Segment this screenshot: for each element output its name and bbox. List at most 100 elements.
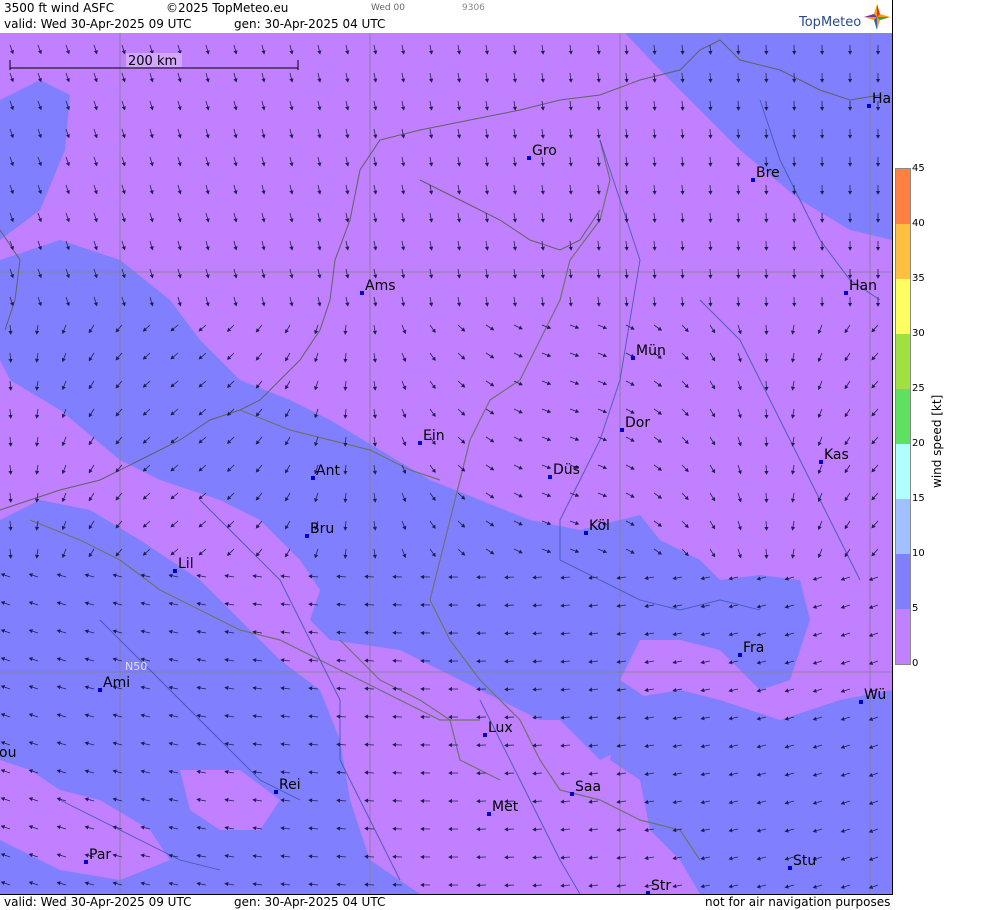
city-label: Met bbox=[492, 799, 519, 815]
legend-color-segment bbox=[896, 554, 910, 609]
legend-color-segment bbox=[896, 334, 910, 389]
legend-color-segment bbox=[896, 499, 910, 554]
city-marker bbox=[418, 441, 422, 445]
city-marker bbox=[305, 534, 309, 538]
panel-divider bbox=[892, 0, 893, 909]
legend-tick-label: 5 bbox=[912, 603, 918, 614]
city-marker bbox=[527, 156, 531, 160]
legend-color-segment bbox=[896, 609, 910, 664]
legend-tick-label: 0 bbox=[912, 658, 918, 669]
city-marker bbox=[844, 291, 848, 295]
city-marker bbox=[487, 812, 491, 816]
map-footer: valid: Wed 30-Apr-2025 09 UTC gen: 30-Ap… bbox=[0, 894, 893, 910]
city-marker bbox=[859, 700, 863, 704]
city-saa: Saa bbox=[570, 779, 601, 796]
city-lux: Lux bbox=[483, 720, 513, 737]
legend-tick-label: 30 bbox=[912, 328, 925, 339]
city-label: Mün bbox=[636, 343, 666, 359]
city-label: Stu bbox=[793, 853, 816, 869]
city-label: Ami bbox=[103, 675, 130, 691]
city-label: Ha bbox=[872, 91, 891, 107]
footer-valid-time: valid: Wed 30-Apr-2025 09 UTC bbox=[4, 895, 191, 909]
city-marker bbox=[483, 733, 487, 737]
latitude-label: N50 bbox=[125, 660, 147, 673]
city-marker bbox=[173, 569, 177, 573]
wind-map-canvas: 200 km N50 Ha Gro Bre Ams Han Mün Dor Ein Kas Ant… bbox=[0, 33, 892, 894]
city-label: Han bbox=[849, 278, 877, 294]
city-label: Lil bbox=[178, 556, 194, 572]
city-par: Par bbox=[84, 847, 111, 864]
city-kas: Kas bbox=[819, 447, 849, 464]
city-label: Bre bbox=[756, 165, 780, 181]
city-mün: Mün bbox=[631, 343, 666, 360]
product-title: 3500 ft wind ASFC bbox=[4, 1, 114, 15]
city-label: Rei bbox=[279, 777, 301, 793]
run-label: Wed 00 bbox=[371, 3, 405, 13]
city-bre: Bre bbox=[751, 165, 780, 182]
city-ams: Ams bbox=[360, 278, 396, 295]
city-marker bbox=[84, 860, 88, 864]
city-label: Lux bbox=[488, 720, 513, 736]
city-label: Bru bbox=[310, 521, 334, 537]
footer-generation-time: gen: 30-Apr-2025 04 UTC bbox=[234, 895, 385, 909]
city-marker bbox=[311, 476, 315, 480]
city-marker bbox=[788, 866, 792, 870]
city-marker bbox=[738, 653, 742, 657]
city-marker bbox=[274, 790, 278, 794]
city-marker bbox=[584, 531, 588, 535]
city-marker bbox=[819, 460, 823, 464]
city-label: Ein bbox=[423, 428, 445, 444]
city-gro: Gro bbox=[527, 143, 557, 160]
city-bru: Bru bbox=[305, 521, 334, 538]
navigation-disclaimer: not for air navigation purposes bbox=[705, 895, 890, 909]
city-ant: Ant bbox=[311, 463, 340, 480]
city-label: Köl bbox=[589, 518, 610, 534]
legend-color-segment bbox=[896, 444, 910, 499]
legend-tick-label: 10 bbox=[912, 548, 925, 559]
city-marker bbox=[548, 475, 552, 479]
city-label: Gro bbox=[532, 143, 557, 159]
city-marker bbox=[631, 356, 635, 360]
map-header: 3500 ft wind ASFC ©2025 TopMeteo.eu Wed … bbox=[0, 0, 893, 34]
city-label: Ams bbox=[365, 278, 396, 294]
city-marker bbox=[867, 104, 871, 108]
logo-text: TopMeteo bbox=[799, 15, 861, 30]
city-ami: Ami bbox=[98, 675, 130, 692]
scale-label: 200 km bbox=[128, 54, 177, 69]
city-wü: Wü bbox=[859, 687, 886, 704]
legend-tick-label: 35 bbox=[912, 273, 925, 284]
city-marker bbox=[751, 178, 755, 182]
legend-tick-label: 25 bbox=[912, 383, 925, 394]
city-marker bbox=[570, 792, 574, 796]
city-marker bbox=[360, 291, 364, 295]
wind-speed-legend bbox=[895, 168, 911, 665]
city-label: Ant bbox=[316, 463, 340, 479]
city-düs: Düs bbox=[548, 462, 580, 479]
legend-color-segment bbox=[896, 224, 910, 279]
city-dor: Dor bbox=[620, 415, 650, 432]
legend-tick-label: 20 bbox=[912, 438, 925, 449]
city-label: Dor bbox=[625, 415, 650, 431]
legend-color-segment bbox=[896, 169, 910, 224]
city-label: Wü bbox=[864, 687, 886, 703]
city-label: Str bbox=[651, 878, 671, 894]
valid-time: valid: Wed 30-Apr-2025 09 UTC bbox=[4, 17, 191, 31]
legend-title: wind speed [kt] bbox=[930, 395, 944, 488]
city-marker bbox=[620, 428, 624, 432]
city-ou: ou bbox=[0, 745, 16, 762]
city-label: Kas bbox=[824, 447, 849, 463]
city-met: Met bbox=[487, 799, 519, 816]
wind-map: 200 km N50 Ha Gro Bre Ams Han Mün Dor Ein Kas Ant… bbox=[0, 33, 892, 894]
legend-color-segment bbox=[896, 279, 910, 334]
city-marker bbox=[98, 688, 102, 692]
legend-tick-label: 15 bbox=[912, 493, 925, 504]
city-label: Saa bbox=[575, 779, 601, 795]
city-han: Han bbox=[844, 278, 877, 295]
city-label: Par bbox=[89, 847, 111, 863]
generation-time: gen: 30-Apr-2025 04 UTC bbox=[234, 17, 385, 31]
city-label: Fra bbox=[743, 640, 764, 656]
legend-tick-label: 45 bbox=[912, 163, 925, 174]
copyright: ©2025 TopMeteo.eu bbox=[166, 1, 288, 15]
city-stu: Stu bbox=[788, 853, 816, 870]
city-label: Düs bbox=[553, 462, 580, 478]
